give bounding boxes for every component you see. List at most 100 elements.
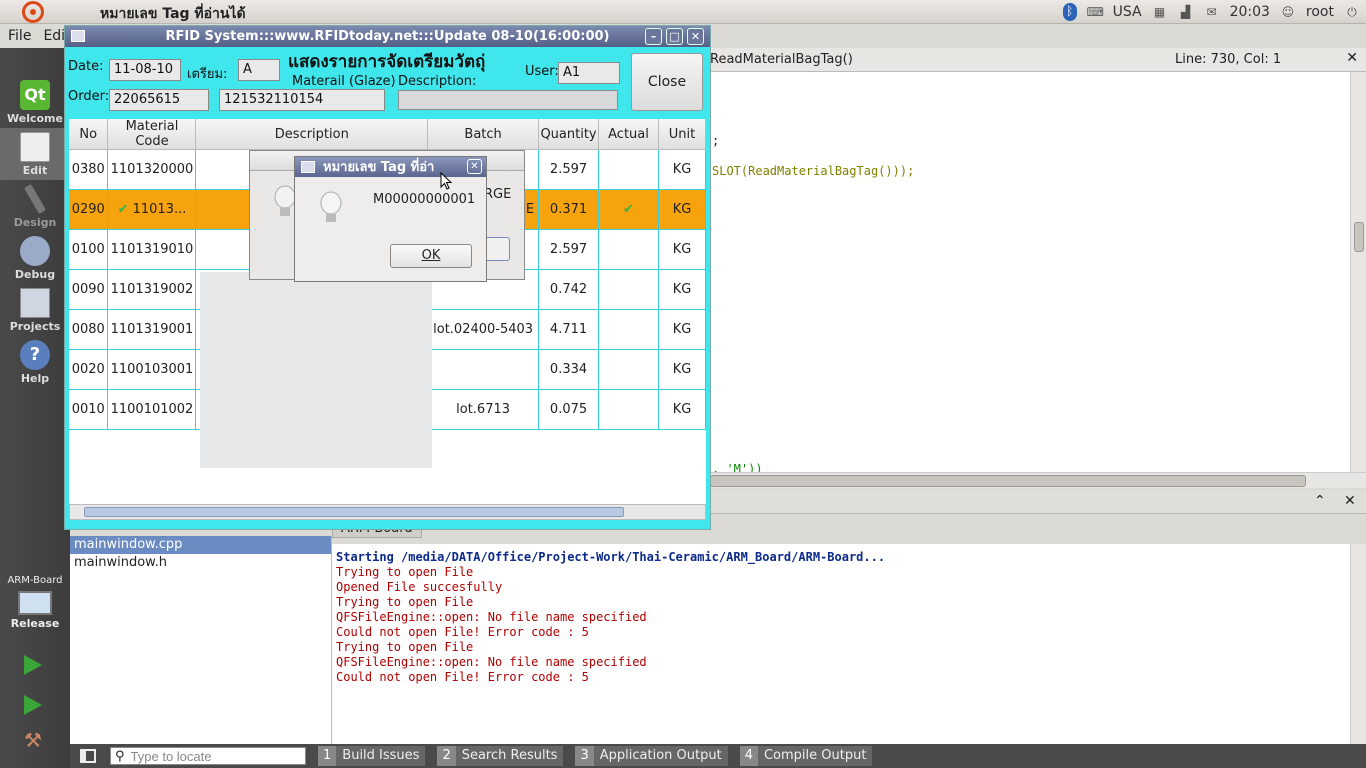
column-header[interactable]: Unit bbox=[658, 119, 706, 150]
close-window-icon[interactable]: ✕ bbox=[687, 28, 704, 45]
editor-vscroll[interactable] bbox=[1350, 72, 1366, 472]
cell-actual bbox=[598, 269, 659, 310]
function-selector[interactable]: ReadMaterialBagTag() bbox=[710, 52, 853, 67]
network-icon[interactable]: ▦ bbox=[1152, 4, 1168, 20]
run-icon[interactable] bbox=[24, 655, 42, 675]
code-editor[interactable]: ; SLOT(ReadMaterialBagTag())); , 'M')) bbox=[710, 72, 1350, 476]
tab-search-results[interactable]: 2 Search Results bbox=[437, 746, 564, 766]
column-header[interactable]: No bbox=[69, 119, 109, 150]
tab-application-output[interactable]: 3 Application Output bbox=[575, 746, 728, 766]
table-hscroll[interactable] bbox=[69, 504, 706, 520]
power-icon[interactable]: ⏻ bbox=[1344, 4, 1360, 20]
scroll-thumb[interactable] bbox=[710, 475, 1306, 487]
mail-icon[interactable]: ✉ bbox=[1204, 4, 1220, 20]
close-pane-icon[interactable]: ✕ bbox=[1344, 493, 1356, 509]
cell-actual bbox=[598, 309, 659, 350]
ok-button[interactable]: OK bbox=[390, 244, 472, 268]
background-dialog-text: RGE bbox=[484, 187, 512, 202]
mouse-cursor-icon bbox=[440, 172, 452, 190]
signal-icon[interactable]: ▟ bbox=[1178, 4, 1194, 20]
kit-selector[interactable]: ARM-Board Release bbox=[0, 575, 70, 630]
order-field[interactable]: 22065615 bbox=[109, 89, 209, 111]
application-output[interactable]: Starting /media/DATA/Office/Project-Work… bbox=[332, 544, 1350, 744]
cell-unit: KG bbox=[658, 389, 706, 430]
cell-batch: lot.6713 bbox=[427, 389, 540, 430]
cell-no: 0100 bbox=[69, 229, 109, 270]
tab-compile-output[interactable]: 4 Compile Output bbox=[739, 746, 873, 766]
maximize-pane-icon[interactable]: ⌃ bbox=[1314, 493, 1326, 509]
window-menu-icon[interactable] bbox=[71, 30, 85, 42]
mode-label: Debug bbox=[14, 268, 56, 281]
prep-field[interactable]: A bbox=[238, 59, 280, 81]
tab-label: Application Output bbox=[593, 746, 728, 766]
monitor-icon bbox=[18, 591, 52, 615]
maximize-icon[interactable]: □ bbox=[666, 28, 683, 45]
mode-help[interactable]: ? Help bbox=[0, 336, 70, 388]
user-icon[interactable]: ☺ bbox=[1280, 4, 1296, 20]
scroll-thumb[interactable] bbox=[1354, 222, 1364, 252]
date-field[interactable]: 11-08-10 bbox=[109, 59, 181, 81]
bluetooth-icon[interactable]: ᛒ bbox=[1062, 3, 1077, 21]
tag-dialog-titlebar[interactable]: หมายเลข Tag ที่อ่า bbox=[295, 157, 486, 177]
clock[interactable]: 20:03 bbox=[1230, 4, 1270, 20]
debug-run-icon[interactable] bbox=[24, 695, 42, 715]
cell-actual: ✔ bbox=[598, 189, 659, 230]
cell-code: 1100101002 bbox=[107, 389, 197, 430]
description-label: Description: bbox=[398, 74, 477, 89]
column-header[interactable]: Actual bbox=[598, 119, 659, 150]
kit-name: ARM-Board bbox=[7, 575, 63, 586]
file-item[interactable]: mainwindow.cpp bbox=[70, 536, 331, 554]
user-name[interactable]: root bbox=[1306, 4, 1334, 20]
order-label: Order: bbox=[68, 89, 110, 104]
column-header[interactable]: Batch bbox=[427, 119, 540, 150]
column-header[interactable]: Quantity bbox=[538, 119, 600, 150]
mode-debug[interactable]: Debug bbox=[0, 232, 70, 284]
menu-file[interactable]: File bbox=[8, 28, 31, 44]
material-field[interactable]: 121532110154 bbox=[219, 89, 385, 111]
output-line: QFSFileEngine::open: No file name specif… bbox=[336, 610, 647, 624]
column-header[interactable]: Material Code bbox=[107, 119, 197, 150]
cell-qty: 0.371 bbox=[538, 189, 600, 230]
menu-bar: File Edi bbox=[0, 24, 70, 48]
close-button[interactable]: Close bbox=[631, 53, 703, 111]
tab-build-issues[interactable]: 1 Build Issues bbox=[318, 746, 426, 766]
pencil-icon bbox=[24, 184, 46, 214]
cell-code: 1101320000 bbox=[107, 149, 197, 190]
user-field[interactable]: A1 bbox=[558, 62, 620, 84]
output-vscroll[interactable] bbox=[1350, 544, 1366, 744]
tab-label: Compile Output bbox=[757, 746, 873, 766]
mode-welcome[interactable]: Qt Welcome bbox=[0, 76, 70, 128]
close-dialog-icon[interactable]: ✕ bbox=[467, 159, 482, 174]
editor-hscroll[interactable] bbox=[710, 472, 1366, 488]
column-header[interactable]: Description bbox=[195, 119, 429, 150]
keyboard-layout[interactable]: USA bbox=[1113, 4, 1142, 20]
mode-label: Help bbox=[20, 372, 50, 385]
build-hammer-icon[interactable]: ⚒ bbox=[24, 728, 46, 752]
tag-number: M00000000001 bbox=[373, 192, 476, 207]
cell-code: ✔ 11013... bbox=[107, 189, 197, 230]
cell-qty: 2.597 bbox=[538, 229, 600, 270]
description-field[interactable] bbox=[398, 90, 618, 110]
rfid-titlebar[interactable]: RFID System:::www.RFIDtoday.net:::Update… bbox=[65, 26, 710, 47]
menu-edit[interactable]: Edi bbox=[43, 28, 65, 44]
help-icon: ? bbox=[20, 340, 50, 370]
mode-design[interactable]: Design bbox=[0, 180, 70, 232]
background-dialog-button[interactable] bbox=[486, 237, 510, 261]
locator[interactable]: ⚲ bbox=[110, 747, 306, 765]
scroll-thumb[interactable] bbox=[84, 507, 624, 517]
toggle-sidebar-icon[interactable] bbox=[80, 749, 96, 763]
cell-actual bbox=[598, 389, 659, 430]
bug-icon bbox=[20, 236, 50, 266]
cell-no: 0090 bbox=[69, 269, 109, 310]
minimize-icon[interactable]: – bbox=[645, 28, 662, 45]
ubuntu-logo-icon[interactable] bbox=[22, 0, 44, 23]
mode-edit[interactable]: Edit bbox=[0, 128, 70, 180]
mode-projects[interactable]: Projects bbox=[0, 284, 70, 336]
close-editor-icon[interactable]: ✕ bbox=[1346, 50, 1358, 66]
file-item[interactable]: mainwindow.h bbox=[70, 554, 331, 572]
editor-toolbar: ReadMaterialBagTag() Line: 730, Col: 1 ✕ bbox=[710, 48, 1366, 72]
keyboard-icon[interactable]: ⌨ bbox=[1087, 4, 1104, 20]
check-icon: ✔ bbox=[117, 202, 129, 217]
locator-input[interactable] bbox=[130, 748, 291, 764]
window-menu-icon[interactable] bbox=[301, 161, 315, 173]
